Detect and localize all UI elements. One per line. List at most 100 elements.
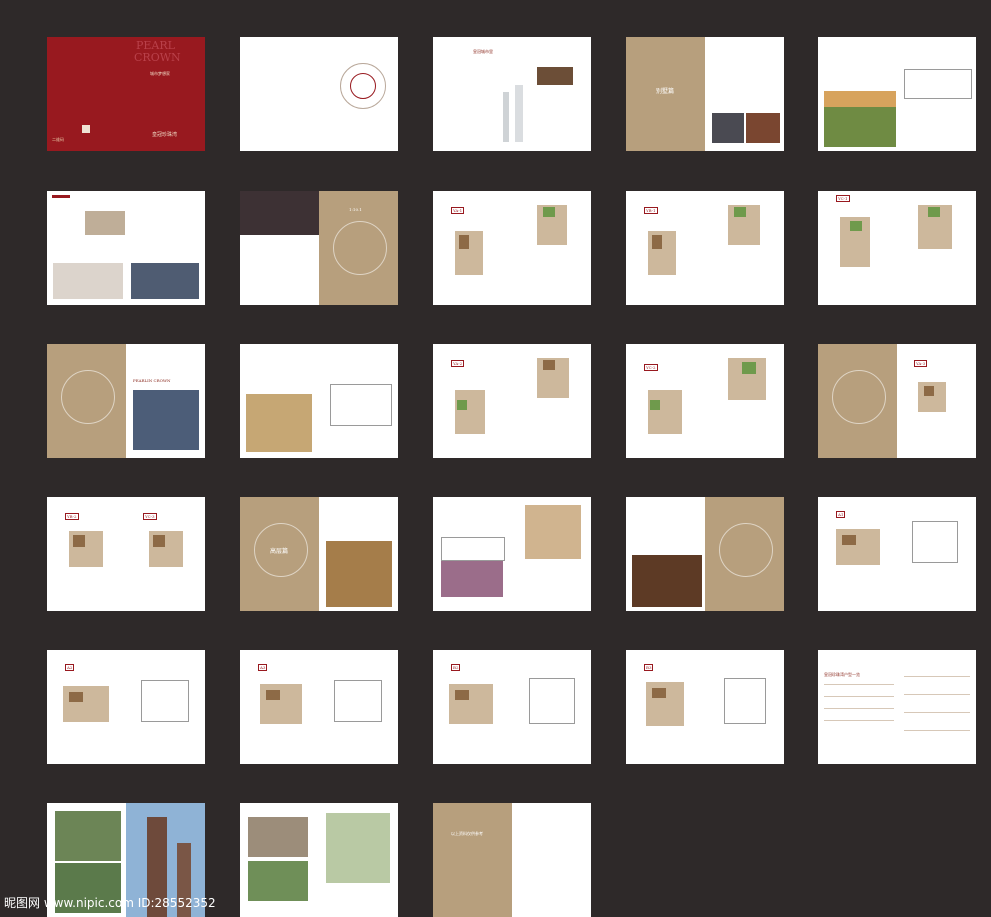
villa-interior-photo-2 — [746, 113, 780, 143]
unit-tag-A3: A3 — [258, 664, 268, 671]
bedroom-sketch — [441, 537, 505, 561]
unit-tag-A1: A1 — [836, 511, 846, 518]
spread-unit-table: 皇冠珍珠湾户型一览 — [818, 650, 976, 764]
table-row — [904, 676, 970, 677]
building-photo — [248, 817, 308, 857]
garden-sky — [824, 91, 896, 107]
floor-plan — [918, 205, 952, 249]
spread-YA-2: YA-2 — [433, 344, 591, 458]
floor-plan-outline — [912, 521, 958, 563]
cover-front: PEARL CROWN 城市梦想家 皇冠珍珠湾 — [126, 37, 205, 151]
study-tan-page — [705, 497, 784, 611]
floor-plan — [728, 205, 760, 245]
back-cover-note: 以上资料仅供参考 — [451, 831, 483, 836]
table-row — [904, 712, 970, 713]
compass-inner-ring — [350, 73, 376, 99]
spread-YB-1: YB-1 — [626, 191, 784, 305]
floor-plan — [149, 531, 183, 567]
unit-tag-YC-1: YC-1 — [836, 195, 850, 202]
spread-A3: A3 — [240, 650, 398, 764]
villa-chapter-cover: 别墅篇 — [626, 37, 705, 151]
spread-city: 皇冠城市里 — [433, 37, 591, 151]
table-row — [824, 720, 894, 721]
spread-A1: A1 — [818, 497, 976, 611]
pearl-crown-header: PEARLIN CROWN — [133, 378, 171, 383]
spread-intro — [240, 37, 398, 151]
floor-plan — [918, 382, 946, 412]
floor-plan — [840, 217, 870, 267]
villa-interior-photo — [712, 113, 744, 143]
watermark-text: 昵图网 www.nipic.com ID:28552352 — [4, 896, 216, 910]
spread-cover: 二维码 PEARL CROWN 城市梦想家 皇冠珍珠湾 — [47, 37, 205, 151]
floor-plan — [648, 231, 676, 275]
night-photo — [441, 561, 503, 597]
floor-plan — [69, 531, 103, 567]
living-photo-1 — [85, 211, 125, 235]
floor-plan — [260, 684, 302, 724]
table-row — [824, 696, 894, 697]
unit-tag-YA-3: YA-3 — [914, 360, 928, 367]
spread-YA-3: YA-3 — [818, 344, 976, 458]
floor-plan-outline — [724, 678, 766, 724]
unit-tag-YB-1: YB-1 — [644, 207, 658, 214]
ya3-ring — [832, 370, 886, 424]
lobby-photo — [326, 541, 392, 607]
floor-plan — [63, 686, 109, 722]
garden-photo — [248, 861, 308, 901]
cover-brand-cn: 皇冠珍珠湾 — [152, 132, 178, 138]
spread-pearl-crown: PEARLIN CROWN — [47, 344, 205, 458]
floor-plan — [537, 205, 567, 245]
table-row — [904, 694, 970, 695]
lounge-photo — [240, 191, 319, 235]
back-cover: 以上资料仅供参考 — [433, 803, 512, 917]
unit-tag-A2: A2 — [65, 664, 75, 671]
skyline-sketch — [503, 92, 509, 142]
spread-YC-2: YC-2 — [626, 344, 784, 458]
pearl-photo — [133, 390, 199, 450]
lounge-tan-page: 1:10.1 — [319, 191, 398, 305]
unit-tag-B3: B3 — [644, 664, 654, 671]
table-row — [824, 708, 894, 709]
spread-site-plan — [240, 803, 398, 917]
spread-lounge: 1:10.1 — [240, 191, 398, 305]
qr-code-icon — [82, 125, 90, 133]
unit-tag-YC-2: YC-2 — [644, 364, 658, 371]
spread-interior-sketch — [240, 344, 398, 458]
living-photo-3 — [131, 263, 199, 299]
spread-YC-1: YC-1 — [818, 191, 976, 305]
cover-contact-text: 二维码 — [52, 137, 64, 142]
floor-plan — [646, 682, 684, 726]
pearl-tan-page — [47, 344, 126, 458]
floor-plan — [728, 358, 766, 400]
city-photo — [537, 67, 573, 85]
villa-chapter-title: 别墅篇 — [656, 88, 675, 95]
unit-tag-YA-1: YA-1 — [451, 207, 465, 214]
floor-plan-outline — [141, 680, 189, 722]
unit-tag-YC-3: YC-3 — [143, 513, 157, 520]
unit-tag-B2: B2 — [451, 664, 461, 671]
spread-living — [47, 191, 205, 305]
spread-A2: A2 — [47, 650, 205, 764]
spread-study — [626, 497, 784, 611]
floor-plan — [836, 529, 880, 565]
table-row — [824, 684, 894, 685]
spread-back-cover: 以上资料仅供参考 — [433, 803, 591, 917]
floor-plan — [537, 358, 569, 398]
city-headline: 皇冠城市里 — [473, 49, 493, 54]
cover-tagline: 城市梦想家 — [150, 71, 170, 76]
living-photo-2 — [53, 263, 123, 299]
spread-high-rise-chapter: 高层篇 — [240, 497, 398, 611]
spread-bedroom — [433, 497, 591, 611]
exterior-photo-1 — [55, 811, 121, 861]
floor-plan — [455, 390, 485, 434]
floor-plan — [455, 231, 483, 275]
interior-photo — [246, 394, 312, 452]
unit-tag-YB-2: YB-2 — [65, 513, 79, 520]
spread-garden — [818, 37, 976, 151]
floor-plan-outline — [529, 678, 575, 724]
page-header-bar — [52, 195, 70, 198]
spread-villa-chapter: 别墅篇 — [626, 37, 784, 151]
spread-B2: B2 — [433, 650, 591, 764]
floor-plan — [648, 390, 682, 434]
study-photo — [632, 555, 702, 607]
